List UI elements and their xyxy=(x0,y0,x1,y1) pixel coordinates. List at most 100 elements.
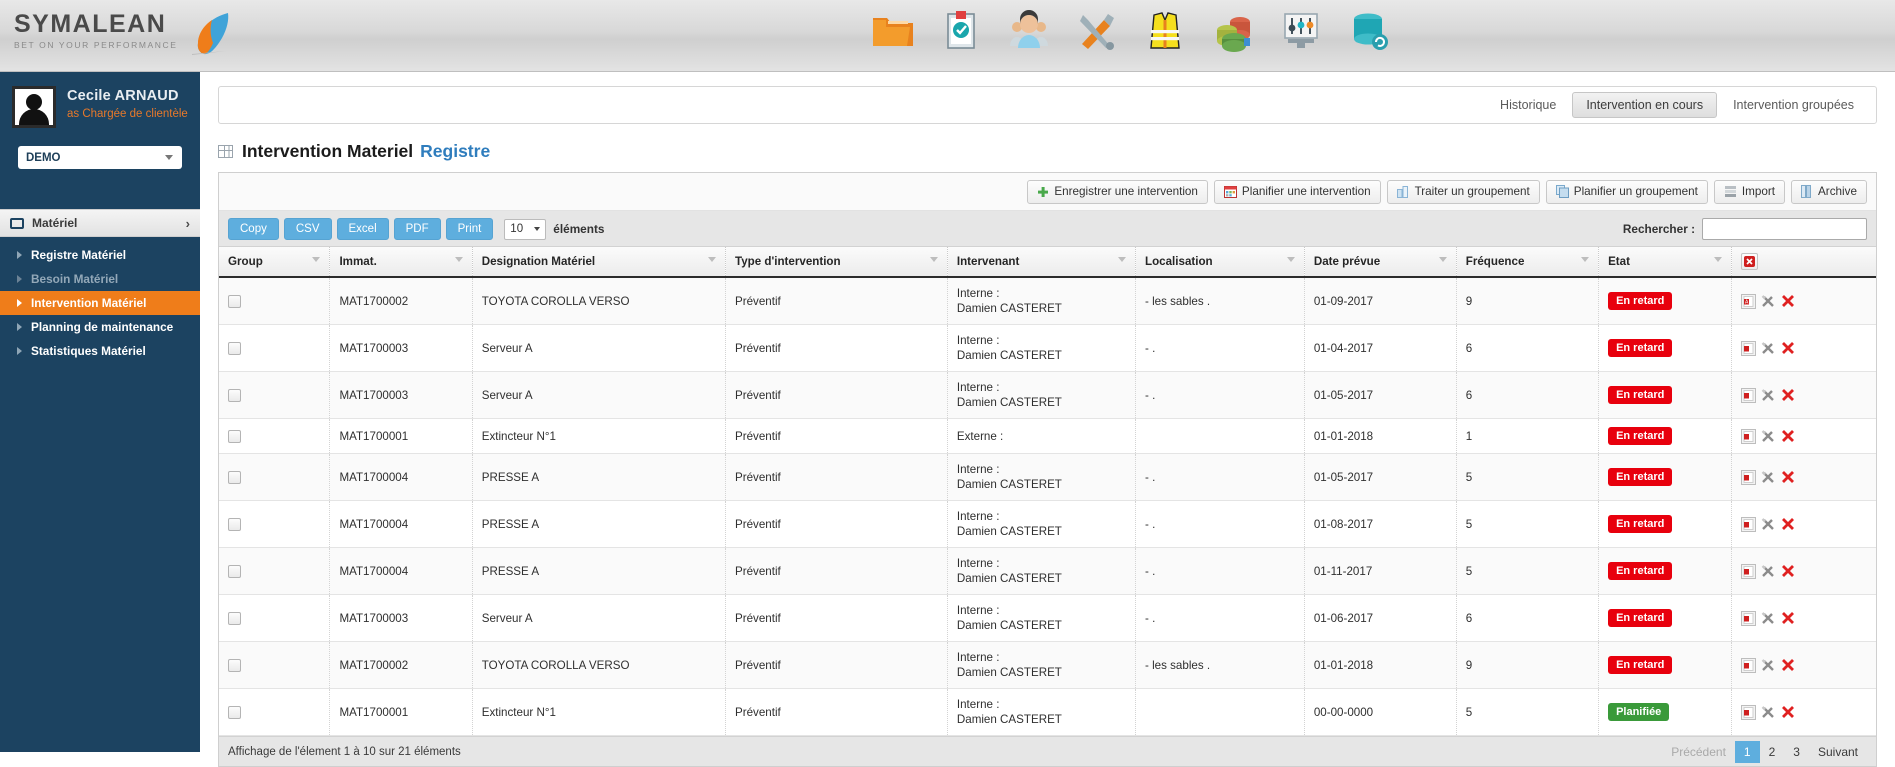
brand-logo[interactable]: SYMALEAN Bet on your performance xyxy=(14,12,234,63)
column-header-group[interactable]: Group xyxy=(219,247,331,278)
delete-icon[interactable] xyxy=(1781,658,1795,672)
tools-icon[interactable] xyxy=(1074,6,1120,54)
tools-edit-icon[interactable] xyxy=(1761,341,1776,356)
sidebar-item-intervention-materiel[interactable]: Intervention Matériel xyxy=(0,291,200,315)
tab-intervention-en-cours[interactable]: Intervention en cours xyxy=(1572,92,1718,118)
tools-edit-icon[interactable] xyxy=(1761,517,1776,532)
table-row[interactable]: MAT1700003 Serveur A Préventif Interne :… xyxy=(219,324,1876,372)
row-checkbox[interactable] xyxy=(228,429,241,443)
copy-export-button[interactable]: Copy xyxy=(228,218,279,240)
excel-export-button[interactable]: Excel xyxy=(336,218,389,240)
table-row[interactable]: MAT1700002 TOYOTA COROLLA VERSO Préventi… xyxy=(219,641,1876,689)
sidebar-item-label: Registre Matériel xyxy=(31,248,127,262)
page-length-select[interactable]: 10 xyxy=(504,218,547,240)
import-button[interactable]: Import xyxy=(1713,179,1786,204)
tools-edit-icon[interactable] xyxy=(1761,611,1776,626)
sidebar-item-registre-materiel[interactable]: Registre Matériel xyxy=(0,243,200,267)
csv-export-button[interactable]: CSV xyxy=(283,218,332,240)
search-input[interactable] xyxy=(1702,218,1867,240)
user-role: as Chargée de clientèle xyxy=(67,108,188,120)
clipboard-check-icon[interactable] xyxy=(938,6,984,54)
tools-edit-icon[interactable] xyxy=(1761,429,1776,444)
users-icon[interactable] xyxy=(1006,6,1052,54)
sidebar-item-planning-de-maintenance[interactable]: Planning de maintenance xyxy=(0,315,200,339)
table-row[interactable]: MAT1700004 PRESSE A Préventif Interne : … xyxy=(219,547,1876,595)
column-header-intervenant[interactable]: Intervenant xyxy=(947,247,1137,278)
print-button[interactable]: Print xyxy=(445,218,494,240)
table-row[interactable]: MAT1700001 Extincteur N°1 Préventif Inte… xyxy=(219,688,1876,736)
row-checkbox[interactable] xyxy=(228,705,241,719)
settings-sliders-icon[interactable] xyxy=(1278,6,1324,54)
cell-localisation: - . xyxy=(1135,371,1305,419)
pdf-icon[interactable] xyxy=(1740,563,1756,579)
delete-icon[interactable] xyxy=(1781,294,1795,308)
table-row[interactable]: MAT1700003 Serveur A Préventif Interne :… xyxy=(219,594,1876,642)
cell-frequence: 1 xyxy=(1456,418,1600,454)
pdf-icon[interactable] xyxy=(1740,516,1756,532)
pdf-icon[interactable] xyxy=(1740,340,1756,356)
planifier-une-intervention-button[interactable]: Planifier une intervention xyxy=(1213,179,1381,204)
table-row[interactable]: MAT1700002 TOYOTA COROLLA VERSO Préventi… xyxy=(219,277,1876,325)
pdf-icon[interactable] xyxy=(1740,610,1756,626)
leaf-logo-icon xyxy=(182,10,234,63)
delete-all-icon[interactable] xyxy=(1740,253,1758,270)
delete-icon[interactable] xyxy=(1781,429,1795,443)
pdf-icon[interactable] xyxy=(1740,657,1756,673)
column-header-frequence[interactable]: Fréquence xyxy=(1456,247,1600,278)
pie-chart-icon[interactable] xyxy=(1210,6,1256,54)
column-header-localisation[interactable]: Localisation xyxy=(1135,247,1305,278)
table-row[interactable]: MAT1700001 Extincteur N°1 Préventif Exte… xyxy=(219,418,1876,454)
row-checkbox[interactable] xyxy=(228,564,241,578)
delete-icon[interactable] xyxy=(1781,517,1795,531)
enregistrer-une-intervention-button[interactable]: Enregistrer une intervention xyxy=(1027,179,1208,204)
company-select[interactable]: DEMO xyxy=(18,146,182,169)
delete-icon[interactable] xyxy=(1781,341,1795,355)
sidebar-item-statistiques-materiel[interactable]: Statistiques Matériel xyxy=(0,339,200,363)
tools-edit-icon[interactable] xyxy=(1761,470,1776,485)
pdf-icon[interactable] xyxy=(1740,387,1756,403)
delete-icon[interactable] xyxy=(1781,388,1795,402)
row-checkbox[interactable] xyxy=(228,517,241,531)
pdf-icon[interactable]: A xyxy=(1740,293,1756,309)
table-row[interactable]: MAT1700003 Serveur A Préventif Interne :… xyxy=(219,371,1876,419)
tools-edit-icon[interactable] xyxy=(1761,658,1776,673)
tab-historique[interactable]: Historique xyxy=(1486,92,1570,118)
table-row[interactable]: MAT1700004 PRESSE A Préventif Interne : … xyxy=(219,500,1876,548)
database-sync-icon[interactable] xyxy=(1346,6,1392,54)
row-checkbox[interactable] xyxy=(228,341,241,355)
delete-icon[interactable] xyxy=(1781,705,1795,719)
column-header-designation-materiel[interactable]: Designation Matériel xyxy=(472,247,726,278)
caret-right-icon xyxy=(17,347,22,355)
tools-edit-icon[interactable] xyxy=(1761,705,1776,720)
sidebar-section-materiel[interactable]: Matériel › xyxy=(0,209,200,237)
table-row[interactable]: MAT1700004 PRESSE A Préventif Interne : … xyxy=(219,453,1876,501)
tools-edit-icon[interactable] xyxy=(1761,294,1776,309)
pdf-export-button[interactable]: PDF xyxy=(393,218,441,240)
row-checkbox[interactable] xyxy=(228,294,241,308)
pdf-icon[interactable] xyxy=(1740,704,1756,720)
delete-icon[interactable] xyxy=(1781,564,1795,578)
planifier-un-groupement-button[interactable]: Planifier un groupement xyxy=(1545,179,1708,204)
column-header-type-intervention[interactable]: Type d'intervention xyxy=(725,247,948,278)
row-checkbox[interactable] xyxy=(228,611,241,625)
delete-icon[interactable] xyxy=(1781,470,1795,484)
folder-icon[interactable] xyxy=(870,6,916,54)
column-header-date-prevue[interactable]: Date prévue xyxy=(1304,247,1457,278)
page-title-link[interactable]: Registre xyxy=(420,141,490,162)
pdf-icon[interactable] xyxy=(1740,469,1756,485)
table-body: MAT1700002 TOYOTA COROLLA VERSO Préventi… xyxy=(219,277,1876,736)
tools-edit-icon[interactable] xyxy=(1761,388,1776,403)
tools-edit-icon[interactable] xyxy=(1761,564,1776,579)
archive-button[interactable]: Archive xyxy=(1791,179,1867,204)
traiter-un-groupement-button[interactable]: Traiter un groupement xyxy=(1386,179,1540,204)
pdf-icon[interactable] xyxy=(1740,428,1756,444)
tab-intervention-groupees[interactable]: Intervention groupées xyxy=(1719,92,1868,118)
row-checkbox[interactable] xyxy=(228,388,241,402)
safety-vest-icon[interactable] xyxy=(1142,6,1188,54)
row-checkbox[interactable] xyxy=(228,470,241,484)
column-header-etat[interactable]: Etat xyxy=(1598,247,1732,278)
row-checkbox[interactable] xyxy=(228,658,241,672)
column-header-immat[interactable]: Immat. xyxy=(329,247,473,278)
sidebar-item-besoin-materiel[interactable]: Besoin Matériel xyxy=(0,267,200,291)
delete-icon[interactable] xyxy=(1781,611,1795,625)
